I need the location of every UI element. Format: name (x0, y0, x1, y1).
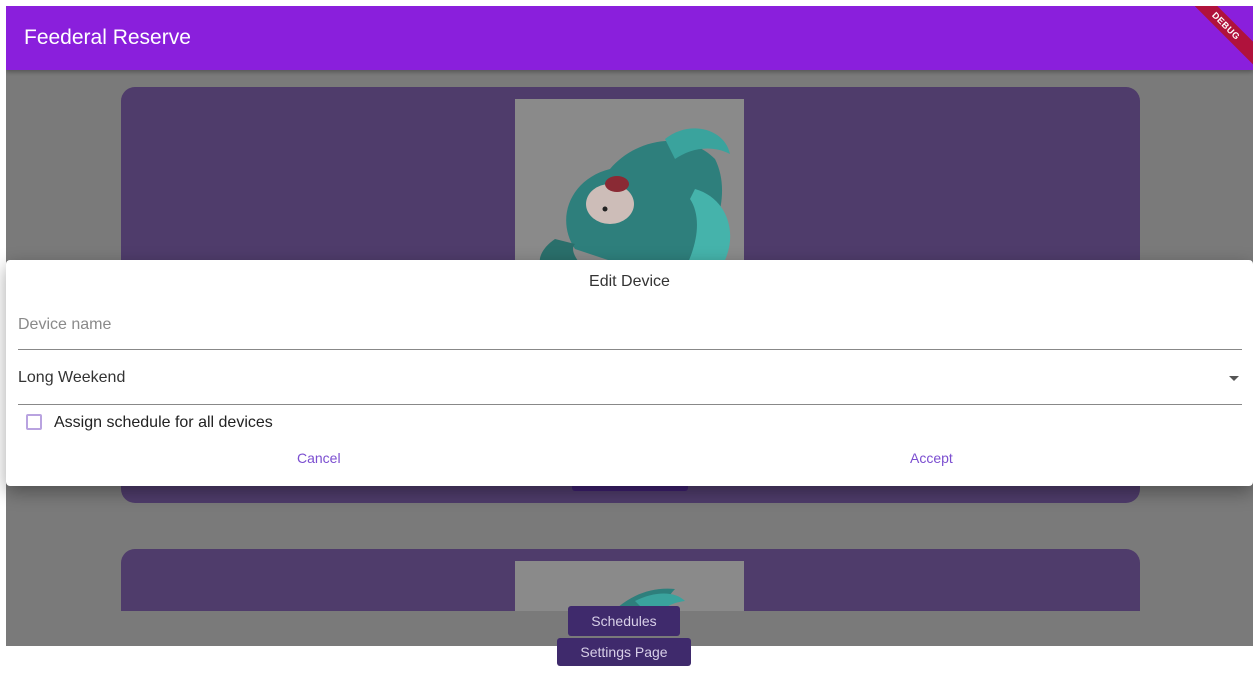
debug-banner: DEBUG (1181, 6, 1253, 71)
app-title: Feederal Reserve (24, 26, 191, 49)
schedules-button[interactable]: Schedules (568, 606, 680, 636)
schedule-select-value: Long Weekend (18, 369, 126, 386)
edit-device-dialog: Edit Device Long Weekend Assign schedule… (6, 260, 1253, 486)
dialog-title: Edit Device (589, 273, 670, 290)
settings-page-button[interactable]: Settings Page (557, 638, 691, 666)
schedule-select[interactable]: Long Weekend (18, 352, 1242, 405)
app-bar: Feederal Reserve DEBUG (6, 6, 1253, 71)
assign-all-checkbox[interactable] (26, 414, 42, 430)
assign-all-label: Assign schedule for all devices (54, 414, 273, 431)
chevron-down-icon (1229, 376, 1239, 381)
cancel-button[interactable]: Cancel (297, 450, 341, 466)
betta-fish-image (515, 99, 744, 269)
device-name-input[interactable] (18, 300, 1242, 350)
accept-button[interactable]: Accept (910, 450, 953, 466)
